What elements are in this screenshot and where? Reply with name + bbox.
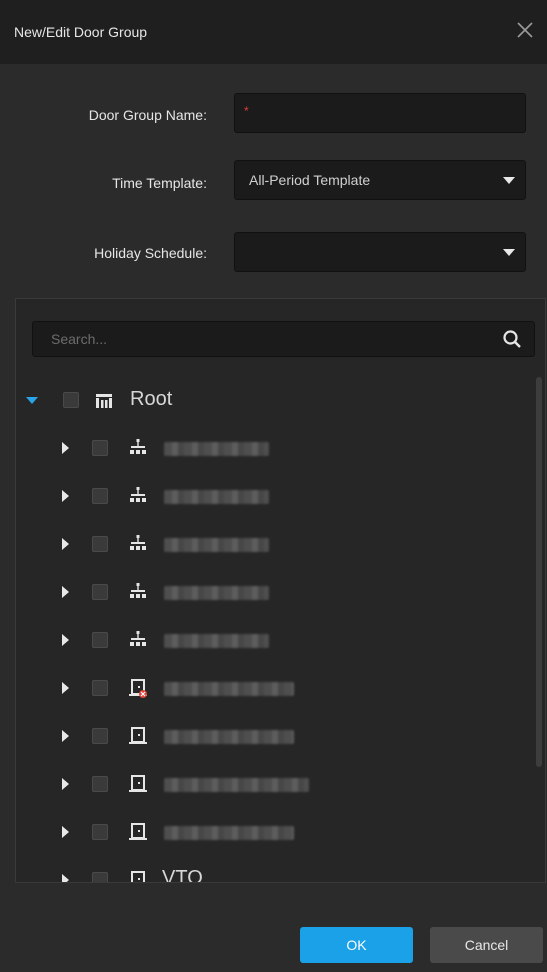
root-org-icon <box>96 394 112 408</box>
redacted-label <box>164 826 294 840</box>
door-group-name-label: Door Group Name: <box>88 107 207 123</box>
chevron-down-icon <box>503 177 515 184</box>
holiday-schedule-select[interactable] <box>234 232 526 272</box>
expand-right-icon[interactable] <box>62 730 69 742</box>
tree-item-row[interactable] <box>16 524 531 564</box>
door-device-icon <box>129 775 147 792</box>
search-icon[interactable] <box>502 329 522 349</box>
tree-scrollbar[interactable] <box>536 377 542 767</box>
expand-right-icon[interactable] <box>62 442 69 454</box>
tree-item-row[interactable] <box>16 668 531 708</box>
required-mark: * <box>244 104 249 118</box>
org-unit-icon <box>130 487 146 502</box>
door-device-icon <box>129 727 147 744</box>
chevron-down-icon <box>503 249 515 256</box>
tree-checkbox[interactable] <box>92 488 108 504</box>
expand-right-icon[interactable] <box>62 634 69 646</box>
org-unit-icon <box>130 583 146 598</box>
redacted-label <box>164 730 294 744</box>
tree-checkbox[interactable] <box>92 632 108 648</box>
tree-root-label: Root <box>130 388 173 410</box>
tree-checkbox[interactable] <box>92 776 108 792</box>
expand-right-icon[interactable] <box>62 538 69 550</box>
tree-item-row[interactable]: VTO <box>16 860 531 883</box>
dialog-title: New/Edit Door Group <box>14 24 148 40</box>
org-unit-icon <box>130 631 146 646</box>
search-placeholder: Search... <box>51 331 108 347</box>
redacted-label <box>164 586 269 600</box>
tree-item-row[interactable] <box>16 476 531 516</box>
tree-checkbox[interactable] <box>92 728 108 744</box>
redacted-label <box>164 538 269 552</box>
redacted-label <box>164 634 269 648</box>
tree-root-row[interactable]: Root <box>16 381 531 421</box>
org-unit-icon <box>130 439 146 454</box>
tree-checkbox[interactable] <box>92 584 108 600</box>
tree-item-row[interactable] <box>16 620 531 660</box>
org-unit-icon <box>130 535 146 550</box>
tree-checkbox[interactable] <box>92 824 108 840</box>
redacted-label <box>164 682 294 696</box>
tree-item-row[interactable] <box>16 716 531 756</box>
time-template-label: Time Template: <box>112 175 207 191</box>
expand-right-icon[interactable] <box>62 682 69 694</box>
tree-item-row[interactable] <box>16 572 531 612</box>
tree-item-row[interactable] <box>16 812 531 852</box>
time-template-value: All-Period Template <box>249 172 371 188</box>
tree-item-row[interactable] <box>16 428 531 468</box>
tree-checkbox[interactable] <box>92 680 108 696</box>
cancel-button[interactable]: Cancel <box>430 927 543 963</box>
dialog-titlebar: New/Edit Door Group <box>0 0 547 64</box>
ok-button[interactable]: OK <box>300 927 413 963</box>
expand-right-icon[interactable] <box>62 874 69 882</box>
door-device-offline-icon <box>129 679 147 698</box>
door-device-icon <box>131 871 145 882</box>
expand-right-icon[interactable] <box>62 490 69 502</box>
redacted-label <box>164 778 309 792</box>
door-device-icon <box>129 823 147 840</box>
tree-checkbox[interactable] <box>92 536 108 552</box>
tree-item-label: VTO <box>162 867 203 883</box>
door-tree-panel: Search... Root VTO <box>15 298 546 883</box>
redacted-label <box>164 490 269 504</box>
redacted-label <box>164 442 269 456</box>
expand-right-icon[interactable] <box>62 586 69 598</box>
time-template-select[interactable]: All-Period Template <box>234 160 526 200</box>
tree-item-row[interactable] <box>16 764 531 804</box>
expand-right-icon[interactable] <box>62 778 69 790</box>
expand-down-icon[interactable] <box>26 397 38 404</box>
holiday-schedule-label: Holiday Schedule: <box>94 245 207 261</box>
door-group-name-field[interactable]: * <box>234 93 526 133</box>
close-icon[interactable] <box>513 18 537 42</box>
tree-checkbox[interactable] <box>92 440 108 456</box>
expand-right-icon[interactable] <box>62 826 69 838</box>
tree-checkbox[interactable] <box>92 872 108 882</box>
tree-checkbox[interactable] <box>63 392 79 408</box>
search-input[interactable]: Search... <box>32 321 535 357</box>
